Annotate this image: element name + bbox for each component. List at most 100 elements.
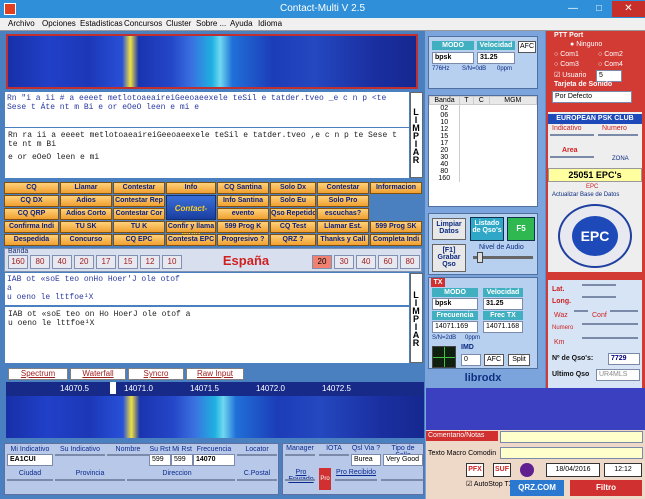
librodx-link[interactable]: librodx <box>428 372 538 386</box>
su-indicativo-field[interactable] <box>55 454 105 456</box>
macro-contestar-2[interactable]: Contestar <box>317 182 369 194</box>
macro-confir-llama[interactable]: Confir y llama <box>166 221 216 233</box>
tx-frec-tx-field[interactable]: 14071.168 <box>483 321 523 333</box>
autostop-checkbox[interactable]: ☑ AutoStop TX <box>466 480 513 488</box>
macro-cq-santina[interactable]: CQ Santina <box>217 182 269 194</box>
rx-mode-select[interactable]: bpsk <box>432 52 474 64</box>
maximize-button[interactable]: □ <box>586 1 612 17</box>
macro-completa-indi[interactable]: Completa Indi <box>370 234 422 246</box>
tab-spectrum[interactable]: Spectrum <box>8 368 68 380</box>
comentario-field[interactable] <box>500 431 643 443</box>
macro-adios[interactable]: Adios <box>60 195 112 207</box>
provincia-field[interactable] <box>55 479 125 481</box>
suf-button[interactable]: SUF <box>493 463 511 477</box>
band-button-160[interactable]: 160 <box>8 255 28 269</box>
texto-macro-field[interactable] <box>500 447 643 459</box>
f5-button[interactable]: F5 <box>507 217 535 241</box>
ptt-com3[interactable]: ○ Com3 <box>554 61 579 68</box>
close-button[interactable]: ✕ <box>612 1 645 17</box>
band-button-10[interactable]: 10 <box>162 255 182 269</box>
iota-field[interactable] <box>319 454 349 456</box>
tx-afc-toggle[interactable]: AFC <box>484 354 504 366</box>
audio-slider-thumb[interactable] <box>477 252 483 263</box>
band-right-30[interactable]: 30 <box>334 255 354 269</box>
nombre-field[interactable] <box>107 454 149 456</box>
band-right-60[interactable]: 60 <box>378 255 398 269</box>
mi-rst-field[interactable]: 599 <box>171 454 193 466</box>
macro-evento[interactable]: evento <box>217 208 269 220</box>
band-button-12[interactable]: 12 <box>140 255 160 269</box>
pro-recibido-label[interactable]: Pro Recibido <box>335 469 377 476</box>
macro-qso-repetido[interactable]: Qso Repetido <box>270 208 316 220</box>
grabar-qso-button[interactable]: [F1] Grabar Qso <box>432 244 466 272</box>
mi-indicativo-field[interactable]: EA1CUI <box>7 454 53 466</box>
tab-syncro[interactable]: Syncro <box>128 368 184 380</box>
numero-field[interactable] <box>582 323 638 325</box>
ptt-usuario[interactable]: ☑ Usuario <box>554 71 586 79</box>
rx-text-line[interactable]: Rn "i a ii # a eeeet metlotoaeaireiGeeoa… <box>5 92 409 127</box>
macro-confirma-indi[interactable]: Confirma Indi <box>4 221 59 233</box>
macro-llamar[interactable]: Llamar <box>60 182 112 194</box>
macro-cq-test[interactable]: CQ Test <box>270 221 316 233</box>
macro-concurso[interactable]: Concurso <box>60 234 112 246</box>
macro-contesta-epc[interactable]: Contesta EPC <box>166 234 216 246</box>
menu-cluster[interactable]: Cluster <box>166 19 191 28</box>
macro-contestar[interactable]: Contestar <box>113 182 165 194</box>
macro-llamar-est[interactable]: Llamar Est. <box>317 221 369 233</box>
direccion-field[interactable] <box>127 479 235 481</box>
menu-idioma[interactable]: Idioma <box>258 19 282 28</box>
menu-estadisticas[interactable]: Estadisticas <box>80 19 123 28</box>
rx-cursor-marker[interactable] <box>110 382 116 394</box>
waz-field[interactable] <box>574 310 588 312</box>
macro-599-prog-k[interactable]: 599 Prog K <box>217 221 269 233</box>
manager-field[interactable] <box>285 454 315 456</box>
long-field[interactable] <box>582 296 616 298</box>
tx-text-preview[interactable]: IAB ot «soE teo onHo Hoer'J ole otof a u… <box>5 273 409 305</box>
macro-thanks-call[interactable]: Thanks y Call <box>317 234 369 246</box>
macro-solo-dx[interactable]: Solo Dx <box>270 182 316 194</box>
tx-frecuencia-field[interactable]: 14071.169 <box>432 321 478 333</box>
listado-qsos-button[interactable]: Listado de Qso's <box>470 217 504 241</box>
tx-text-main[interactable]: IAB ot «soE teo on Ho HoerJ ole otof a u… <box>5 307 409 363</box>
macro-escuchas[interactable]: escuchas? <box>317 208 369 220</box>
macro-cq[interactable]: CQ <box>4 182 59 194</box>
qsl-via-select[interactable]: Burea <box>351 454 381 466</box>
filtro-button[interactable]: Filtro <box>570 480 642 496</box>
macro-qrz[interactable]: QRZ ? <box>270 234 316 246</box>
menu-sobre[interactable]: Sobre ... <box>196 19 226 28</box>
macro-contestar-cor[interactable]: Contestar Cor <box>113 208 165 220</box>
pro-enviado-field[interactable] <box>285 479 315 481</box>
tab-waterfall[interactable]: Waterfall <box>70 368 126 380</box>
macro-cq-qrp[interactable]: CQ QRP <box>4 208 59 220</box>
pfx-button[interactable]: PFX <box>466 463 484 477</box>
tx-limpiar-button[interactable]: LIMPIAR <box>410 273 423 363</box>
macro-tu-sk[interactable]: TU SK <box>60 221 112 233</box>
macro-solo-pro[interactable]: Solo Pro <box>317 195 369 207</box>
rx-afc-toggle[interactable]: AFC <box>518 41 536 53</box>
rx-limpiar-button[interactable]: LIMPIAR <box>410 92 423 178</box>
ptt-com2[interactable]: ○ Com2 <box>598 51 623 58</box>
macro-599-prog-sk[interactable]: 599 Prog SK <box>370 221 422 233</box>
pro-recibido-field[interactable] <box>335 479 377 481</box>
cpostal-field[interactable] <box>237 479 277 481</box>
epc-numero-field[interactable] <box>598 134 638 136</box>
tx-speed-select[interactable]: 31.25 <box>483 298 523 310</box>
macro-cq-epc[interactable]: CQ EPC <box>113 234 165 246</box>
menu-opciones[interactable]: Opciones <box>42 19 76 28</box>
tx-waterfall[interactable] <box>6 396 424 438</box>
macro-contestar-rep[interactable]: Contestar Rep <box>113 195 165 207</box>
conf-field[interactable] <box>610 310 638 312</box>
rx-text-main[interactable]: Rn ra ii a eeeet metlotoaeaireiGeeoaeexe… <box>5 128 409 178</box>
tab-raw-input[interactable]: Raw Input <box>186 368 244 380</box>
band-button-80[interactable]: 80 <box>30 255 50 269</box>
rx-waterfall[interactable] <box>6 34 418 89</box>
macro-tu-k[interactable]: TU K <box>113 221 165 233</box>
band-right-40[interactable]: 40 <box>356 255 376 269</box>
su-rst-field[interactable]: 599 <box>149 454 171 466</box>
macro-progresivo[interactable]: Progresivo ? <box>217 234 269 246</box>
lat-field[interactable] <box>582 284 616 286</box>
macro-adios-corto[interactable]: Adios Corto <box>60 208 112 220</box>
epc-indicativo-field[interactable] <box>550 134 594 136</box>
km-field[interactable] <box>582 337 638 339</box>
macro-info-santina[interactable]: Info Santina <box>217 195 269 207</box>
